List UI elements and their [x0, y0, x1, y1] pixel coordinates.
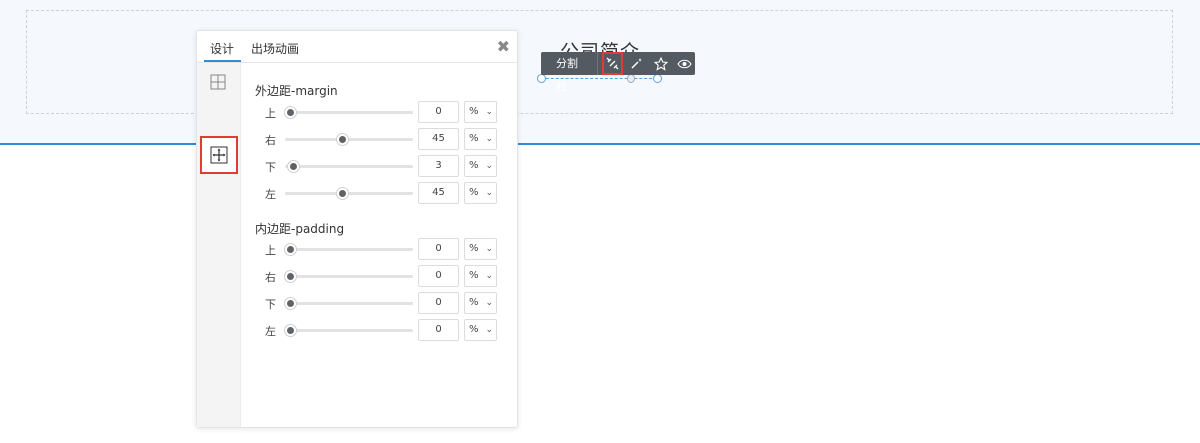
margin-unit-value: % — [469, 106, 479, 117]
padding-unit-select[interactable]: % ⌄ — [464, 265, 497, 287]
margin-side-label: 右 — [265, 134, 276, 147]
margin-group-title: 外边距-margin — [255, 84, 338, 98]
margin-slider-thumb[interactable] — [288, 161, 300, 172]
padding-side-label: 右 — [265, 271, 276, 284]
star-icon[interactable] — [650, 52, 671, 75]
padding-unit-value: % — [469, 297, 479, 308]
unlink-icon[interactable] — [602, 52, 624, 75]
active-tab-indicator — [204, 60, 241, 62]
margin-slider[interactable] — [285, 134, 413, 145]
padding-slider[interactable] — [285, 298, 413, 309]
panel-tabs: 设计 出场动画 ✖ — [197, 31, 517, 63]
margin-unit-select[interactable]: % ⌄ — [464, 128, 497, 150]
padding-row: 左 0% ⌄ — [255, 319, 515, 341]
margin-slider[interactable] — [285, 161, 413, 172]
tab-entrance-animation[interactable]: 出场动画 — [251, 40, 299, 57]
padding-unit-select[interactable]: % ⌄ — [464, 292, 497, 314]
padding-value-input[interactable]: 0 — [418, 265, 459, 287]
padding-slider[interactable] — [285, 325, 413, 336]
margin-slider-thumb[interactable] — [336, 134, 348, 145]
chevron-down-icon: ⌄ — [485, 134, 493, 144]
padding-unit-value: % — [469, 243, 479, 254]
eye-icon[interactable] — [674, 52, 695, 75]
margin-unit-select[interactable]: % ⌄ — [464, 155, 497, 177]
padding-slider-thumb[interactable] — [285, 298, 296, 309]
padding-value-input[interactable]: 0 — [418, 319, 459, 341]
chevron-down-icon: ⌄ — [485, 161, 493, 171]
chevron-down-icon: ⌄ — [485, 325, 493, 335]
padding-row: 下 0% ⌄ — [255, 292, 515, 314]
margin-side-label: 上 — [265, 107, 276, 120]
resize-handle-right[interactable] — [653, 74, 662, 83]
margin-row: 右 45% ⌄ — [255, 128, 515, 150]
tab-design[interactable]: 设计 — [210, 40, 234, 57]
margin-side-label: 左 — [265, 188, 276, 201]
margin-row: 上 0% ⌄ — [255, 101, 515, 123]
margin-row: 下 3% ⌄ — [255, 155, 515, 177]
chevron-down-icon: ⌄ — [485, 107, 493, 117]
padding-side-label: 下 — [265, 298, 276, 311]
padding-slider-thumb[interactable] — [285, 244, 296, 255]
padding-unit-select[interactable]: % ⌄ — [464, 238, 497, 260]
padding-slider-thumb[interactable] — [285, 271, 296, 282]
margin-side-label: 下 — [265, 161, 276, 174]
padding-value-input[interactable]: 0 — [418, 238, 459, 260]
element-toolbar: 分割线 — [541, 52, 695, 93]
margin-value-input[interactable]: 45 — [418, 182, 459, 204]
chevron-down-icon: ⌄ — [485, 244, 493, 254]
padding-group-title: 内边距-padding — [255, 222, 345, 236]
padding-unit-value: % — [469, 270, 479, 281]
margin-value-input[interactable]: 3 — [418, 155, 459, 177]
margin-value-input[interactable]: 0 — [418, 101, 459, 123]
layout-grid-icon[interactable] — [205, 69, 231, 95]
resize-handle-left[interactable] — [537, 74, 546, 83]
close-icon[interactable]: ✖ — [497, 37, 510, 56]
margin-unit-select[interactable]: % ⌄ — [464, 101, 497, 123]
margin-slider-thumb[interactable] — [336, 188, 348, 199]
margin-slider[interactable] — [285, 107, 413, 118]
padding-value-input[interactable]: 0 — [418, 292, 459, 314]
toolbar-element-label[interactable]: 分割线 — [541, 52, 599, 93]
padding-side-label: 上 — [265, 244, 276, 257]
margin-value-input[interactable]: 45 — [418, 128, 459, 150]
panel-side-rail — [197, 63, 241, 427]
chevron-down-icon: ⌄ — [485, 298, 493, 308]
settings-panel: 设计 出场动画 ✖ 外边距-margin 上 0% ⌄ 右 45% ⌄ 下 3% ⌄ 左 45% ⌄ … — [196, 30, 518, 428]
padding-slider[interactable] — [285, 244, 413, 255]
margin-unit-value: % — [469, 160, 479, 171]
padding-slider[interactable] — [285, 271, 413, 282]
margin-slider-thumb[interactable] — [285, 107, 296, 118]
padding-slider-thumb[interactable] — [285, 325, 296, 336]
padding-side-label: 左 — [265, 325, 276, 338]
chevron-down-icon: ⌄ — [485, 271, 493, 281]
move-arrows-icon[interactable] — [200, 136, 238, 174]
magic-wand-icon[interactable] — [626, 52, 647, 75]
margin-unit-select[interactable]: % ⌄ — [464, 182, 497, 204]
margin-row: 左 45% ⌄ — [255, 182, 515, 204]
padding-row: 上 0% ⌄ — [255, 238, 515, 260]
resize-handle-middle[interactable] — [627, 74, 635, 83]
margin-unit-value: % — [469, 133, 479, 144]
margin-unit-value: % — [469, 187, 479, 198]
margin-slider[interactable] — [285, 188, 413, 199]
padding-row: 右 0% ⌄ — [255, 265, 515, 287]
padding-unit-select[interactable]: % ⌄ — [464, 319, 497, 341]
chevron-down-icon: ⌄ — [485, 188, 493, 198]
padding-unit-value: % — [469, 324, 479, 335]
